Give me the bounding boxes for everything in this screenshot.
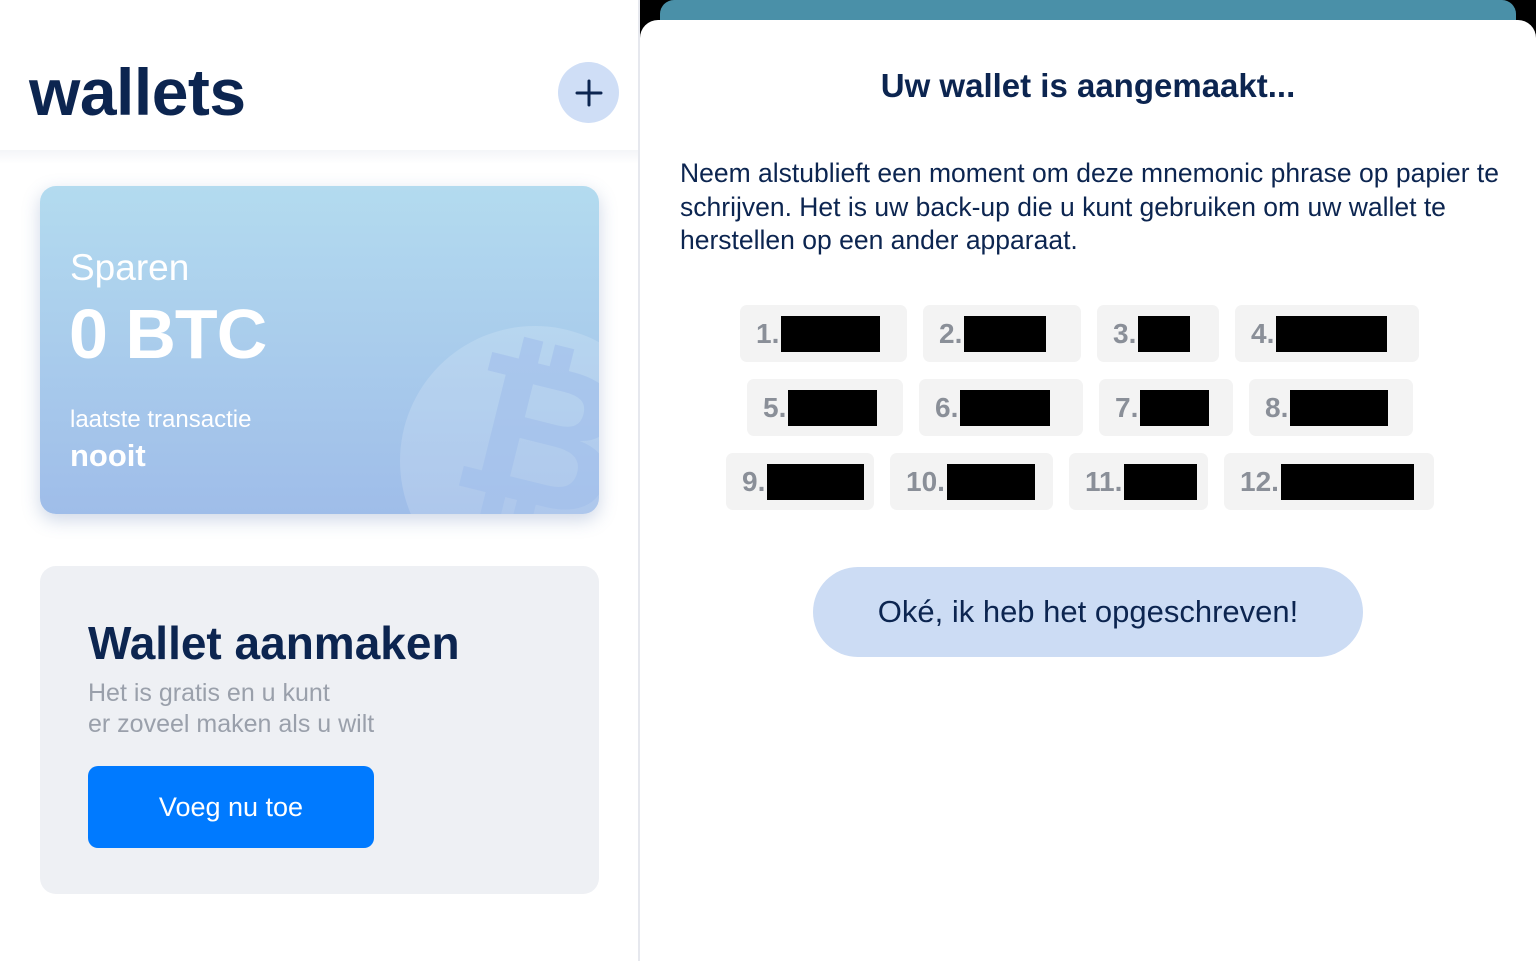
word-number: 8. <box>1265 391 1289 423</box>
word-number: 5. <box>763 391 787 423</box>
mnemonic-word-7: 7. <box>1099 379 1233 436</box>
word-number: 9. <box>742 465 766 497</box>
modal-title: Uw wallet is aangemaakt... <box>880 67 1296 104</box>
mnemonic-word-2: 2. <box>923 305 1081 362</box>
redacted-word <box>1124 463 1198 500</box>
last-transaction-value: nooit <box>70 438 146 473</box>
last-transaction-label: laatste transactie <box>70 406 252 433</box>
page-title: wallets <box>29 55 246 129</box>
word-number: 4. <box>1251 317 1275 349</box>
confirm-written-button[interactable]: Oké, ik heb het opgeschreven! <box>813 567 1363 657</box>
redacted-word <box>767 463 865 500</box>
mnemonic-word-11: 11. <box>1069 453 1208 510</box>
create-wallet-description: Het is gratis en u kunt er zoveel maken … <box>88 678 488 740</box>
word-number: 11. <box>1085 465 1123 497</box>
create-wallet-description-line2: er zoveel maken als u wilt <box>88 710 375 738</box>
word-number: 6. <box>935 391 959 423</box>
word-number: 7. <box>1115 391 1139 423</box>
word-number: 1. <box>756 317 780 349</box>
word-number: 3. <box>1113 317 1137 349</box>
word-number: 12. <box>1240 465 1279 497</box>
mnemonic-word-5: 5. <box>747 379 903 436</box>
redacted-word <box>781 315 881 352</box>
wallet-created-modal: Uw wallet is aangemaakt... Neem alstubli… <box>640 20 1536 961</box>
add-now-button[interactable]: Voeg nu toe <box>88 766 374 848</box>
wallets-panel: wallets ₿ Sparen 0 BTC laatste transacti… <box>0 0 638 961</box>
mnemonic-word-6: 6. <box>919 379 1083 436</box>
wallet-card[interactable]: ₿ Sparen 0 BTC laatste transactie nooit <box>40 186 599 514</box>
word-number: 2. <box>939 317 963 349</box>
redacted-word <box>1140 389 1210 426</box>
modal-description: Neem alstublieft een moment om deze mnem… <box>680 158 1499 255</box>
redacted-word <box>1280 463 1414 500</box>
create-wallet-title: Wallet aanmaken <box>88 617 460 669</box>
redacted-word <box>964 315 1047 352</box>
mnemonic-word-8: 8. <box>1249 379 1413 436</box>
create-wallet-card: Wallet aanmaken Het is gratis en u kunt … <box>40 566 599 894</box>
redacted-word <box>1276 315 1388 352</box>
mnemonic-word-1: 1. <box>740 305 907 362</box>
redacted-word <box>788 389 878 426</box>
mnemonic-word-10: 10. <box>890 453 1053 510</box>
word-number: 10. <box>906 465 945 497</box>
mnemonic-word-12: 12. <box>1224 453 1434 510</box>
redacted-word <box>1290 389 1389 426</box>
mnemonic-word-3: 3. <box>1097 305 1219 362</box>
redacted-word <box>960 389 1051 426</box>
wallet-name: Sparen <box>70 247 190 288</box>
mnemonic-word-9: 9. <box>726 453 874 510</box>
add-wallet-button[interactable] <box>558 62 619 123</box>
wallet-balance: 0 BTC <box>69 295 267 373</box>
redacted-word <box>946 463 1035 500</box>
plus-icon <box>575 79 602 106</box>
header-shadow <box>0 150 638 164</box>
redacted-word <box>1138 315 1191 352</box>
mnemonic-word-4: 4. <box>1235 305 1419 362</box>
create-wallet-description-line1: Het is gratis en u kunt <box>88 679 330 707</box>
